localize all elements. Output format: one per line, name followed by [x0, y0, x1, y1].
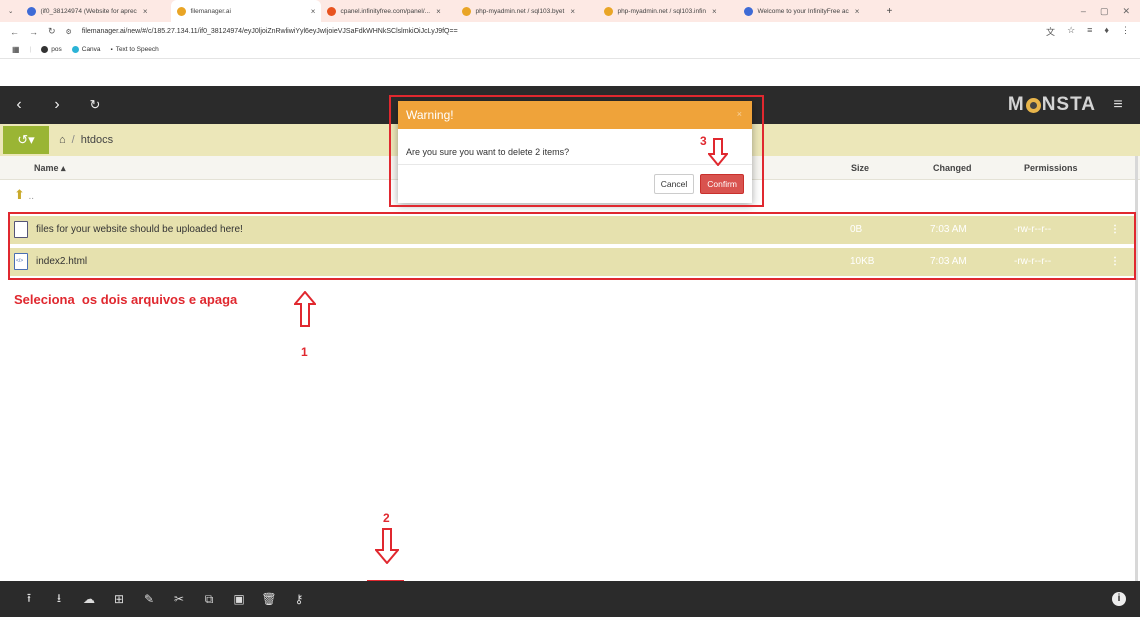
tab-label: php-myadmin.net / sql103.byet: [475, 7, 565, 15]
paste-icon[interactable]: ▣: [224, 592, 254, 606]
logo-text-rest: NSTA: [1041, 94, 1096, 115]
translate-icon[interactable]: 文: [1046, 25, 1055, 38]
canva-icon: [71, 46, 79, 53]
column-name[interactable]: Name ▴: [34, 163, 66, 174]
annotation-step-1: 1: [301, 345, 308, 359]
annotation-arrow-down-icon: [708, 138, 728, 166]
tab-label: Welcome to your InfinityFree ac: [757, 7, 849, 15]
tab-website-for-aprec[interactable]: (if0_38124974 (Website for aprec ×: [21, 0, 171, 22]
close-icon[interactable]: ×: [311, 7, 316, 16]
tab-favicon: [27, 6, 37, 16]
history-icon[interactable]: ↺▾: [3, 126, 49, 154]
reload-icon[interactable]: ↻: [48, 26, 56, 37]
browser-tab-bar: ⌄ (if0_38124974 (Website for aprec × fil…: [0, 0, 1140, 22]
refresh-icon[interactable]: ↻: [76, 97, 114, 113]
new-tab-button[interactable]: +: [880, 0, 898, 22]
tab-label: (if0_38124974 (Website for aprec: [40, 7, 137, 15]
tab-list-button[interactable]: ⌄: [0, 0, 21, 22]
minimize-icon[interactable]: –: [1081, 6, 1086, 17]
download-icon[interactable]: ⭳: [44, 589, 74, 610]
tab-filemanager[interactable]: filemanager.ai ×: [171, 0, 322, 22]
apps-grid-icon[interactable]: ▦: [12, 45, 20, 54]
key-icon[interactable]: ⚷: [284, 592, 314, 606]
tab-phpmyadmin-2[interactable]: php-myadmin.net / sql103.infin ×: [598, 0, 738, 22]
extensions-icon[interactable]: ≡: [1087, 25, 1092, 38]
column-size[interactable]: Size: [851, 163, 869, 173]
breadcrumb-folder[interactable]: htdocs: [81, 134, 113, 146]
cloud-upload-icon[interactable]: ☁: [74, 592, 104, 606]
bookmark-star-icon[interactable]: ☆: [1067, 25, 1075, 38]
tab-label: cpanel.infinityfree.com/panel/...: [340, 7, 431, 15]
close-icon[interactable]: ×: [570, 7, 575, 16]
info-icon[interactable]: i: [1112, 592, 1126, 606]
breadcrumb-path: ⌂ / htdocs: [59, 134, 113, 146]
tab-favicon: [462, 6, 472, 16]
bottom-toolbar: ⭱ ⭳ ☁ ⊞ ✎ ✂ ⧉ ▣ 🗑 ⚷ i: [0, 581, 1140, 617]
bookmark-separator: |: [29, 46, 32, 53]
forward-arrow-icon[interactable]: →: [29, 27, 38, 37]
tab-favicon: [604, 6, 614, 16]
copy-icon[interactable]: ⧉: [194, 592, 224, 607]
tab-label: php-myadmin.net / sql103.infin: [617, 7, 706, 15]
bookmarks-bar: ▦ | pos Canva ▪ Text to Speech: [0, 41, 1140, 59]
annotation-selection-box: [8, 212, 1136, 280]
home-icon[interactable]: ⌂: [59, 134, 66, 146]
extension-icon[interactable]: ♦: [1104, 25, 1109, 38]
hamburger-icon[interactable]: ≡: [1096, 96, 1140, 114]
close-icon[interactable]: ×: [436, 7, 441, 16]
url-field[interactable]: filemanager.ai/new/#/c/185.27.134.11/if0…: [82, 28, 458, 35]
back-icon[interactable]: ‹: [0, 96, 38, 114]
tab-favicon: [327, 6, 337, 16]
bookmark-pos[interactable]: pos: [41, 46, 62, 53]
cut-icon[interactable]: ✂: [164, 592, 194, 606]
site-info-icon[interactable]: ⚙: [66, 28, 72, 36]
annotation-arrow-down-icon: [375, 528, 399, 564]
logo-eye-icon: [1025, 97, 1041, 113]
globe-icon: [41, 46, 49, 53]
close-icon[interactable]: ×: [143, 7, 148, 16]
tab-label: filemanager.ai: [190, 7, 231, 15]
parent-dir-label: ..: [28, 191, 35, 202]
monsta-logo: M NSTA: [1008, 94, 1096, 116]
tab-favicon: [177, 6, 187, 16]
column-permissions[interactable]: Permissions: [1024, 163, 1078, 173]
close-window-icon[interactable]: ✕: [1122, 6, 1130, 17]
delete-icon[interactable]: 🗑: [254, 592, 284, 606]
address-actions: 文 ☆ ≡ ♦ ⋮: [1046, 25, 1140, 38]
tab-phpmyadmin-1[interactable]: php-myadmin.net / sql103.byet ×: [456, 0, 598, 22]
bookmark-canva[interactable]: Canva: [71, 46, 101, 53]
annotation-step-3: 3: [700, 134, 707, 148]
forward-icon[interactable]: ›: [38, 96, 76, 114]
tab-favicon: [744, 6, 754, 16]
bookmark-text-to-speech[interactable]: ▪ Text to Speech: [111, 46, 159, 53]
close-icon[interactable]: ×: [712, 7, 717, 16]
annotation-arrow-up-icon: [294, 291, 316, 327]
back-arrow-icon[interactable]: ←: [10, 27, 19, 37]
upload-file-icon[interactable]: ⭱: [14, 589, 44, 610]
parent-directory-row[interactable]: ⬆ ..: [14, 187, 34, 203]
annotation-step-2: 2: [383, 511, 390, 525]
restore-icon[interactable]: ▢: [1100, 6, 1109, 17]
rename-icon[interactable]: ✎: [134, 592, 164, 606]
address-bar: ← → ↻ ⚙ filemanager.ai/new/#/c/185.27.13…: [0, 22, 1140, 41]
bookmark-label: Text to Speech: [115, 46, 159, 53]
new-folder-icon[interactable]: ⊞: [104, 592, 134, 606]
annotation-instruction: Seleciona os dois arquivos e apaga: [14, 292, 238, 307]
tab-cpanel[interactable]: cpanel.infinityfree.com/panel/... ×: [321, 0, 456, 22]
bookmark-label: Canva: [81, 46, 101, 53]
up-arrow-icon: ⬆: [14, 187, 25, 202]
bookmark-label: pos: [51, 46, 62, 53]
breadcrumb-separator: /: [71, 134, 75, 146]
bookmark-icon: ▪: [110, 46, 113, 53]
window-controls: – ▢ ✕: [1081, 6, 1140, 17]
close-icon[interactable]: ×: [855, 7, 860, 16]
logo-text-m: M: [1007, 94, 1025, 115]
column-changed[interactable]: Changed: [933, 163, 972, 173]
browser-menu-icon[interactable]: ⋮: [1121, 25, 1130, 38]
tab-welcome-infinityfree[interactable]: Welcome to your InfinityFree ac ×: [738, 0, 880, 22]
